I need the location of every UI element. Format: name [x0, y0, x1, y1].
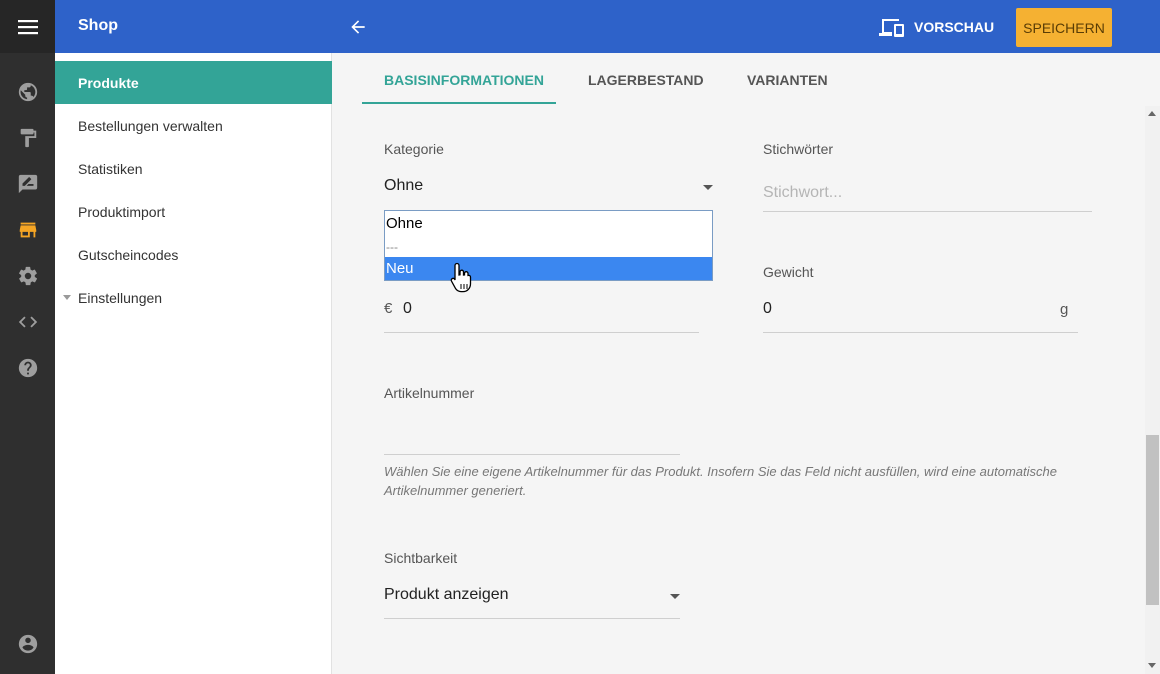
menu-icon [17, 19, 38, 34]
gear-icon[interactable] [0, 253, 55, 299]
scrollbar-thumb[interactable] [1146, 435, 1159, 605]
visibility-select[interactable]: Produkt anzeigen [384, 586, 509, 604]
sidebar-item-label: Gutscheincodes [78, 246, 179, 263]
sidebar-item-einstellungen[interactable]: Einstellungen [55, 276, 332, 319]
paint-roller-icon[interactable] [0, 115, 55, 161]
scroll-up-arrow-icon[interactable] [1148, 111, 1156, 116]
preview-button[interactable]: VORSCHAU [879, 16, 994, 38]
weight-unit: g [1060, 301, 1069, 318]
currency-symbol: € [384, 300, 393, 317]
sku-label: Artikelnummer [384, 385, 475, 401]
weight-input[interactable]: 0 [763, 300, 772, 318]
weight-label: Gewicht [763, 264, 814, 280]
edit-note-icon[interactable] [0, 161, 55, 207]
dropdown-option[interactable]: Ohne [385, 212, 712, 235]
keywords-underline [763, 211, 1092, 212]
caret-down-icon [63, 295, 71, 300]
icon-rail [0, 0, 55, 674]
weight-underline [763, 332, 1078, 333]
keywords-label: Stichwörter [763, 141, 834, 157]
sidebar-item-gutscheincodes[interactable]: Gutscheincodes [55, 233, 332, 276]
dropdown-arrow-icon[interactable] [670, 594, 680, 599]
sku-hint: Wählen Sie eine eigene Artikelnummer für… [384, 464, 1057, 498]
price-input[interactable]: 0 [403, 300, 412, 318]
top-bar: Shop VORSCHAU SPEICHERN [55, 0, 1160, 53]
category-dropdown-list: Ohne --- Neu [384, 210, 713, 281]
preview-label: VORSCHAU [914, 19, 995, 35]
hand-cursor-icon [450, 262, 472, 293]
sku-input[interactable] [384, 420, 680, 450]
code-icon[interactable] [0, 299, 55, 345]
sidebar-item-produkte[interactable]: Produkte [55, 61, 332, 104]
category-select[interactable]: Ohne [384, 177, 423, 195]
back-button[interactable] [343, 14, 373, 40]
scroll-down-arrow-icon[interactable] [1148, 663, 1156, 668]
globe-icon[interactable] [0, 69, 55, 115]
sidebar-nav: Produkte Bestellungen verwalten Statisti… [55, 53, 332, 674]
sidebar-item-label: Bestellungen verwalten [78, 117, 223, 134]
sidebar-item-label: Produkte [78, 74, 139, 91]
keywords-input[interactable]: Stichwort... [763, 184, 842, 202]
tab-varianten[interactable]: VARIANTEN [747, 72, 828, 88]
tab-lagerbestand[interactable]: LAGERBESTAND [588, 72, 704, 88]
store-icon[interactable] [0, 207, 55, 253]
category-label: Kategorie [384, 141, 444, 157]
tab-basisinformationen[interactable]: BASISINFORMATIONEN [384, 72, 544, 88]
save-button[interactable]: SPEICHERN [1016, 8, 1112, 47]
sidebar-item-label: Einstellungen [78, 289, 163, 306]
devices-icon [879, 19, 904, 37]
visibility-underline [384, 618, 680, 619]
active-tab-indicator [362, 102, 556, 104]
sidebar-item-produktimport[interactable]: Produktimport [55, 190, 332, 233]
sku-underline [384, 454, 680, 455]
account-icon[interactable] [0, 621, 55, 667]
sidebar-item-statistiken[interactable]: Statistiken [55, 147, 332, 190]
help-icon[interactable] [0, 345, 55, 391]
app-title: Shop [78, 17, 118, 34]
dropdown-option-highlighted[interactable]: Neu [385, 257, 712, 280]
dropdown-option-separator[interactable]: --- [385, 235, 712, 258]
arrow-left-icon [351, 20, 365, 34]
visibility-label: Sichtbarkeit [384, 550, 458, 566]
sidebar-item-label: Statistiken [78, 160, 143, 177]
price-underline [384, 332, 699, 333]
menu-button[interactable] [0, 0, 55, 53]
sidebar-item-bestellungen[interactable]: Bestellungen verwalten [55, 104, 332, 147]
dropdown-arrow-icon[interactable] [703, 185, 713, 190]
sidebar-item-label: Produktimport [78, 203, 166, 220]
